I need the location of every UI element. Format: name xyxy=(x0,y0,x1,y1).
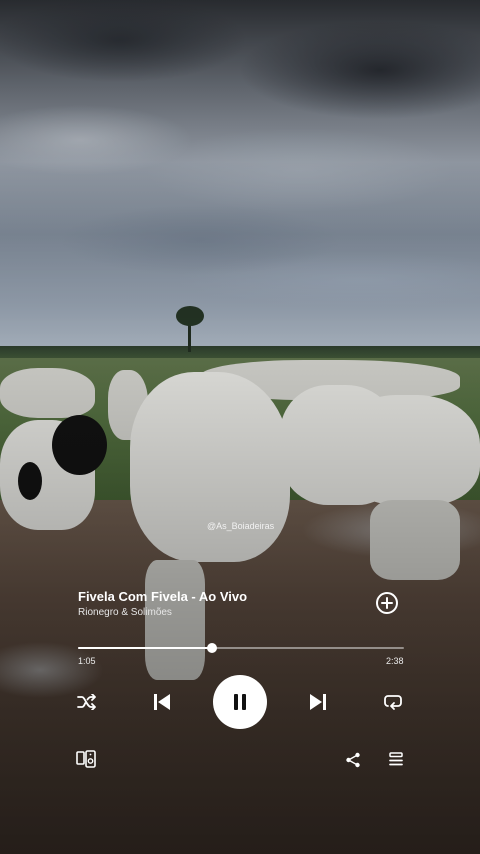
elapsed-time: 1:05 xyxy=(78,656,96,666)
progress-handle[interactable] xyxy=(206,643,217,653)
watermark-text: @As_Boiadeiras xyxy=(207,521,275,531)
repeat-button[interactable] xyxy=(382,691,404,713)
add-to-library-button[interactable] xyxy=(376,592,398,614)
song-title: Fivela Com Fivela - Ao Vivo xyxy=(78,589,248,604)
previous-button[interactable] xyxy=(150,690,174,714)
connect-device-button[interactable] xyxy=(75,749,97,769)
skip-previous-icon xyxy=(154,694,170,710)
plus-circle-icon xyxy=(381,597,393,609)
queue-button[interactable] xyxy=(387,751,405,769)
shuffle-icon xyxy=(77,694,96,710)
queue-icon xyxy=(389,752,403,766)
shuffle-button[interactable] xyxy=(76,691,98,713)
progress-bar[interactable] xyxy=(78,643,404,653)
pause-icon xyxy=(234,694,246,710)
repeat-icon xyxy=(384,695,402,710)
share-button[interactable] xyxy=(344,751,362,769)
share-icon xyxy=(346,752,360,768)
artist-name[interactable]: Rionegro & Solimões xyxy=(78,607,172,618)
total-time: 2:38 xyxy=(386,656,404,666)
devices-icon xyxy=(76,750,96,768)
pause-button[interactable] xyxy=(213,675,267,729)
progress-fill xyxy=(78,647,212,649)
next-button[interactable] xyxy=(306,690,330,714)
skip-next-icon xyxy=(310,694,326,710)
